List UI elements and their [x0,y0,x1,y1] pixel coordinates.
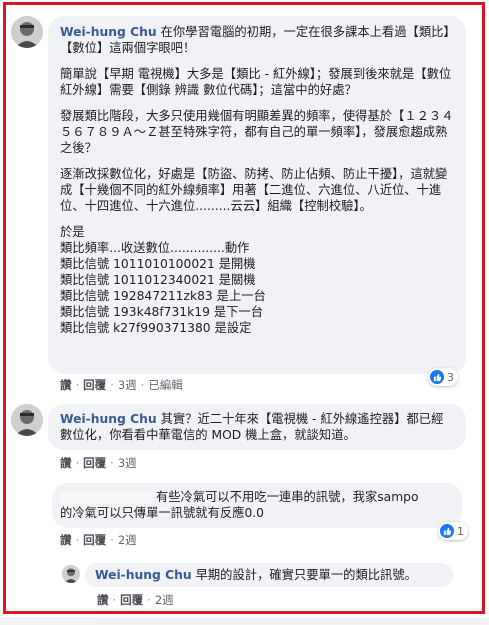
comment-bubble: Wei-hung Chu 其實？近二十年來【電視機 - 紅外線遙控器】都已經數位… [48,404,466,450]
comment-text: 有些冷氣可以不用吃一連串的訊號，我家sampo [155,490,419,504]
like-button[interactable]: 讚 [60,532,72,548]
reaction-count: 1 [457,524,464,538]
timestamp[interactable]: 3週 [118,455,137,471]
reaction-count: 3 [447,370,454,384]
comment-paragraph: 逐漸改採數位化，好處是【防盜、防拷、防止佔頻、防止干擾】，這就變成【十幾個不同的… [60,167,448,213]
comment-author[interactable]: Wei-hung Chu [95,568,192,582]
comment-author[interactable]: Wei-hung Chu [60,412,157,426]
timestamp[interactable]: 2週 [155,592,174,608]
edited-label[interactable]: 已編輯 [148,377,183,393]
comment-paragraph: 於是 類比頻率...收送數位..............動作 類比信號 1011… [60,225,266,335]
comment-bubble: Wei-hung Chu 在你學習電腦的初期，一定在很多課本上看過【類比】【數位… [48,16,466,374]
comment-text: 的冷氣可以只傳單一訊號就有反應0.0 [60,506,265,520]
reply-button[interactable]: 回覆 [83,377,106,393]
reply-button[interactable]: 回覆 [83,532,106,548]
hidden-author [60,491,152,504]
timestamp[interactable]: 2週 [118,532,137,548]
reaction-badge[interactable]: 3 [428,368,458,386]
reply-button[interactable]: 回覆 [120,592,143,608]
comment-actions: 讚 · 回覆 · 3週 [60,455,137,471]
comment-text: 早期的設計，確實只要單一的類比訊號。 [191,568,417,582]
avatar[interactable] [62,565,80,583]
reply-bubble: Wei-hung Chu 早期的設計，確實只要單一的類比訊號。 [85,563,453,587]
like-button[interactable]: 讚 [60,455,72,471]
comment-actions: 讚 · 回覆 · 2週 [60,532,137,548]
avatar[interactable] [11,16,43,48]
like-icon [430,370,444,384]
avatar[interactable] [11,404,43,436]
reply-button[interactable]: 回覆 [83,455,106,471]
comment-actions: 讚 · 回覆 · 2週 [97,592,174,608]
timestamp[interactable]: 3週 [118,377,137,393]
next-comment-edge [0,617,489,625]
like-button[interactable]: 讚 [97,592,109,608]
like-icon [440,524,454,538]
reaction-badge[interactable]: 1 [438,522,468,540]
reply-bubble: 有些冷氣可以不用吃一連串的訊號，我家sampo 的冷氣可以只傳單一訊號就有反應0… [52,483,462,528]
comment-author[interactable]: Wei-hung Chu [60,25,157,39]
comment-paragraph: 發展類比階段，大多只使用幾個有明顯差異的頻率，使得基於【１２３４５６７８９Ａ～Ｚ… [60,109,454,155]
like-button[interactable]: 讚 [60,377,72,393]
comment-actions: 讚 · 回覆 · 3週 · 已編輯 [60,377,183,393]
comment-paragraph: 簡單說【早期 電視機】大多是【類比 - 紅外線】；發展到後來就是【數位紅外線】需… [60,67,452,97]
